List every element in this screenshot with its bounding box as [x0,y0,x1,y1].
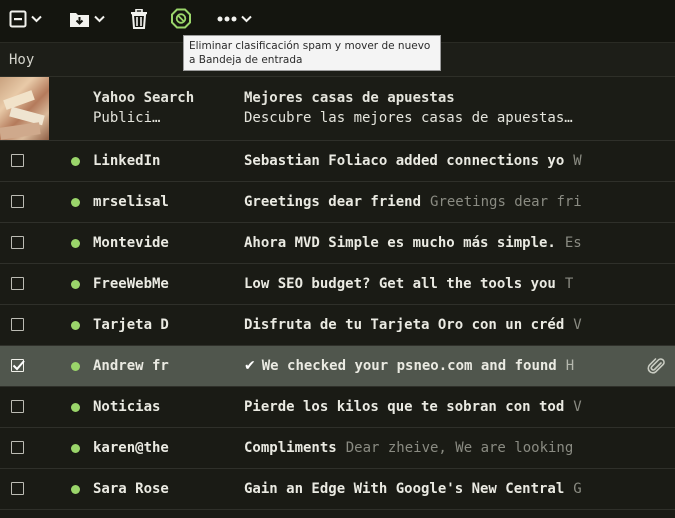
message-preview: V [573,317,582,333]
attachment-icon [647,356,667,380]
message-row[interactable]: mrselisal Greetings dear friend Greetings… [0,182,675,223]
chevron-down-icon [241,15,252,23]
unread-dot [71,321,80,330]
row-checkbox[interactable] [11,154,24,167]
more-icon [217,16,237,22]
message-preview: H [565,358,575,374]
row-checkbox[interactable] [11,318,24,331]
select-all-button[interactable] [9,5,42,33]
row-checkbox[interactable] [11,195,24,208]
message-subject: Pierde los kilos que te sobran con tod [244,399,565,415]
message-sender: mrselisal [93,194,169,210]
message-row-selected[interactable]: Andrew fr ✔ We checked your psneo.com and… [0,346,675,387]
message-sender: karen@the [93,440,169,456]
message-row[interactable]: karen@the Compliments Dear zheive, We are… [0,428,675,469]
message-subject: Disfruta de tu Tarjeta Oro con un créd [244,317,565,333]
trash-icon [131,9,147,29]
chevron-down-icon [31,15,42,23]
message-subject: Low SEO budget? Get all the tools you [244,276,556,292]
message-subject-line: Ahora MVD Simple es mucho más simple. Es [244,235,636,251]
message-preview: Greetings dear fri [430,194,582,210]
message-sender: Sara Rose [93,481,169,497]
message-preview: Es [564,235,582,251]
message-preview: G [573,481,582,497]
tooltip: Eliminar clasificación spam y mover de n… [183,35,441,71]
message-preview: W [573,153,582,169]
more-actions-button[interactable] [217,5,252,33]
message-subject-line: Compliments Dear zheive, We are looking [244,440,636,456]
ad-sender: Yahoo Search [93,90,195,106]
chevron-down-icon [94,15,105,23]
message-list: Yahoo Search Publici… Mejores casas de a… [0,77,675,510]
unread-dot [71,280,80,289]
unread-dot [71,198,80,207]
message-subject: Ahora MVD Simple es mucho más simple. [244,235,556,251]
unread-dot [71,403,80,412]
ad-sponsored-label: Publici… [93,110,161,126]
message-subject: Gain an Edge With Google's New Central [244,481,565,497]
row-checkbox[interactable] [11,277,24,290]
checkmark-icon [12,360,25,371]
move-to-folder-icon [70,13,89,27]
select-checkbox-icon [9,10,27,28]
unread-dot [71,239,80,248]
message-subject: Compliments [244,440,337,456]
unread-dot [71,157,80,166]
row-checkbox[interactable] [11,441,24,454]
row-checkbox[interactable] [11,482,24,495]
ad-thumbnail [0,77,49,140]
ad-body: Descubre las mejores casas de apuestas… [244,110,573,126]
message-subject-line: Disfruta de tu Tarjeta Oro con un créd V [244,317,636,333]
message-sender: Tarjeta D [93,317,169,333]
message-sender: Noticias [93,399,161,415]
message-row[interactable]: Noticias Pierde los kilos que te sobran … [0,387,675,428]
message-row[interactable]: LinkedIn Sebastian Foliaco added connect… [0,141,675,182]
message-sender: Andrew fr [93,358,169,374]
delete-button[interactable] [130,5,148,33]
message-subject-line: Sebastian Foliaco added connections yo W [244,153,636,169]
message-preview: Dear zheive, We are looking [345,440,574,456]
message-subject: Sebastian Foliaco added connections yo [244,153,565,169]
message-subject-line: Pierde los kilos que te sobran con tod V [244,399,636,415]
row-checkbox-checked[interactable] [11,359,25,372]
message-sender: FreeWebMe [93,276,169,292]
row-checkbox[interactable] [11,236,24,249]
message-subject-line: Greetings dear friend Greetings dear fri [244,194,636,210]
row-checkbox[interactable] [11,400,24,413]
message-subject-line: Gain an Edge With Google's New Central G [244,481,636,497]
message-preview: T [564,276,574,292]
not-spam-button[interactable] [171,5,191,33]
unread-dot [71,362,80,371]
message-subject-line: Low SEO budget? Get all the tools you T [244,276,636,292]
section-title: Hoy [9,52,35,68]
sponsored-row[interactable]: Yahoo Search Publici… Mejores casas de a… [0,77,675,141]
message-row[interactable]: Montevide Ahora MVD Simple es mucho más … [0,223,675,264]
message-sender: LinkedIn [93,153,161,169]
not-spam-icon [171,8,191,29]
message-sender: Montevide [93,235,169,251]
mail-app: Eliminar clasificación spam y mover de n… [0,0,675,518]
ad-subject: Mejores casas de apuestas [244,90,455,106]
message-row[interactable]: FreeWebMe Low SEO budget? Get all the to… [0,264,675,305]
message-row[interactable]: Tarjeta D Disfruta de tu Tarjeta Oro con… [0,305,675,346]
move-button[interactable] [69,5,105,33]
check-emoji-icon: ✔ [244,358,256,374]
message-subject: We checked your psneo.com and found [261,358,557,374]
message-subject: Greetings dear friend [244,194,422,210]
unread-dot [71,485,80,494]
message-preview: V [573,399,582,415]
message-subject-line: ✔ We checked your psneo.com and found H [244,358,636,374]
message-row[interactable]: Sara Rose Gain an Edge With Google's New… [0,469,675,510]
unread-dot [71,444,80,453]
